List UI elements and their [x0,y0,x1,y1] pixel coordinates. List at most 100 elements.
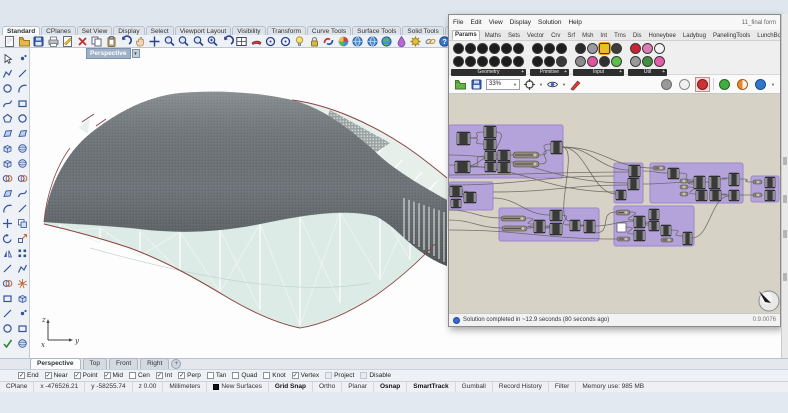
gh-tab-maths[interactable]: Maths [483,32,503,40]
gh-number-slider[interactable] [680,185,688,189]
gh-tab-honeybee[interactable]: Honeybee [647,32,678,40]
gh-component[interactable] [584,220,595,233]
sphere-icon[interactable] [17,141,30,154]
input-gradient-icon[interactable] [587,56,598,67]
lightbulb-icon[interactable] [293,35,306,48]
gh-tab-msh[interactable]: Msh [580,32,595,40]
status-toggle-filter[interactable]: Filter [549,382,576,392]
gh-tab-int[interactable]: Int [598,32,609,40]
move-icon[interactable] [148,35,161,48]
util-arrow-outline-icon[interactable] [654,43,665,54]
scale-icon[interactable] [17,231,30,244]
zoom-extents-icon[interactable] [206,35,219,48]
group-icon[interactable] [2,291,15,304]
trim-icon[interactable] [2,261,15,274]
explode-icon[interactable] [17,276,30,289]
gh-component[interactable] [729,173,739,186]
osnap-knot[interactable]: Knot [263,372,285,379]
gh-number-slider[interactable] [680,192,688,196]
osnap-perp[interactable]: ✓Perp [178,372,201,379]
util-data-arrow-icon[interactable] [630,56,641,67]
osnap-disable[interactable]: Disable [360,372,391,379]
input-digit-icon[interactable] [587,43,598,54]
gh-save-icon[interactable] [470,78,483,91]
param-primitive-icon-3[interactable] [544,43,555,54]
save-icon[interactable] [32,35,45,48]
status-cell-0[interactable]: CPlane [0,382,34,392]
pan-icon[interactable] [134,35,147,48]
osnap-checkbox-disable[interactable] [360,372,367,379]
gh-open-file-icon[interactable] [454,78,467,91]
input-knob-icon[interactable] [575,56,586,67]
hide-icon[interactable] [2,321,15,334]
color-wheel-icon[interactable] [337,35,350,48]
osnap-quad[interactable]: Quad [232,372,257,379]
gear-icon[interactable] [409,35,422,48]
gh-preview-wire-icon[interactable] [677,77,692,92]
osnap-checkbox-perp[interactable]: ✓ [178,372,185,379]
gh-component[interactable] [634,216,645,228]
osnap-checkbox-vertex[interactable]: ✓ [292,372,299,379]
param-geometry-icon-6[interactable] [477,56,488,67]
gh-menu-file[interactable]: File [453,19,463,26]
osnap-tan[interactable]: Tan [207,372,226,379]
gh-preview-dd-icon[interactable]: ▼ [771,82,775,87]
gh-number-slider[interactable] [617,237,630,241]
param-primitive-icon-5[interactable] [556,43,567,54]
gh-component[interactable] [765,177,775,188]
circle-icon[interactable] [2,81,15,94]
gh-preview-blue-icon[interactable] [753,77,768,92]
gh-tab-ladybug[interactable]: Ladybug [681,32,708,40]
osnap-checkbox-int[interactable]: ✓ [156,372,163,379]
gh-component[interactable] [484,139,496,150]
viewport-tab-top[interactable]: Top [83,358,107,369]
extrude-icon[interactable] [2,186,15,199]
gh-number-slider[interactable] [680,179,688,183]
open-file-icon[interactable] [18,35,31,48]
degree-circle-icon[interactable] [279,35,292,48]
gh-component[interactable] [649,221,659,231]
gh-component[interactable] [683,232,692,245]
osnap-checkbox-knot[interactable] [263,372,270,379]
viewport-title-menu[interactable]: Perspective ▼ [86,49,140,58]
param-geometry-icon-4[interactable] [465,56,476,67]
polygon-icon[interactable] [2,111,15,124]
util-flask-icon[interactable] [654,56,665,67]
new-file-icon[interactable] [3,35,16,48]
gh-component[interactable] [464,192,476,203]
zoom-selected-icon[interactable] [192,35,205,48]
undo-icon[interactable] [119,35,132,48]
status-toggle-ortho[interactable]: Ortho [313,382,342,392]
gh-tab-lunchbox[interactable]: LunchBox [755,32,781,40]
gh-component[interactable] [551,141,562,154]
status-cell-4[interactable]: Millimeters [163,382,207,392]
render-globe-icon[interactable] [366,35,379,48]
shaded-globe-icon[interactable] [351,35,364,48]
viewport-title-dropdown-icon[interactable]: ▼ [132,49,140,58]
osnap-cen[interactable]: Cen [129,372,150,379]
curve-boolean-icon[interactable] [322,35,335,48]
param-primitive-icon-4[interactable] [544,56,555,67]
gh-component[interactable] [709,176,720,189]
osnap-checkbox-mid[interactable]: ✓ [104,372,111,379]
gh-number-slider[interactable] [653,166,665,170]
gh-component[interactable] [661,225,671,236]
line-icon[interactable] [17,66,30,79]
surface-icon[interactable] [2,126,15,139]
named-view-icon[interactable] [250,35,263,48]
copy-icon[interactable] [90,35,103,48]
curve-icon[interactable] [2,96,15,109]
input-slider-highlight-icon[interactable] [599,43,610,54]
status-toggle-osnap[interactable]: Osnap [374,382,407,392]
status-toggle-gumball[interactable]: Gumball [456,382,493,392]
zoom-window-icon[interactable] [177,35,190,48]
gh-component[interactable] [570,220,580,231]
osnap-checkbox-project[interactable] [325,372,332,379]
gh-component[interactable] [710,190,721,201]
gh-component[interactable] [485,162,496,172]
gh-component[interactable] [450,186,462,197]
gh-preview-off-icon[interactable] [659,77,674,92]
gh-eye-dd-icon[interactable]: ▼ [562,82,566,87]
status-toggle-planar[interactable]: Planar [342,382,374,392]
dimension-icon[interactable] [2,306,15,319]
